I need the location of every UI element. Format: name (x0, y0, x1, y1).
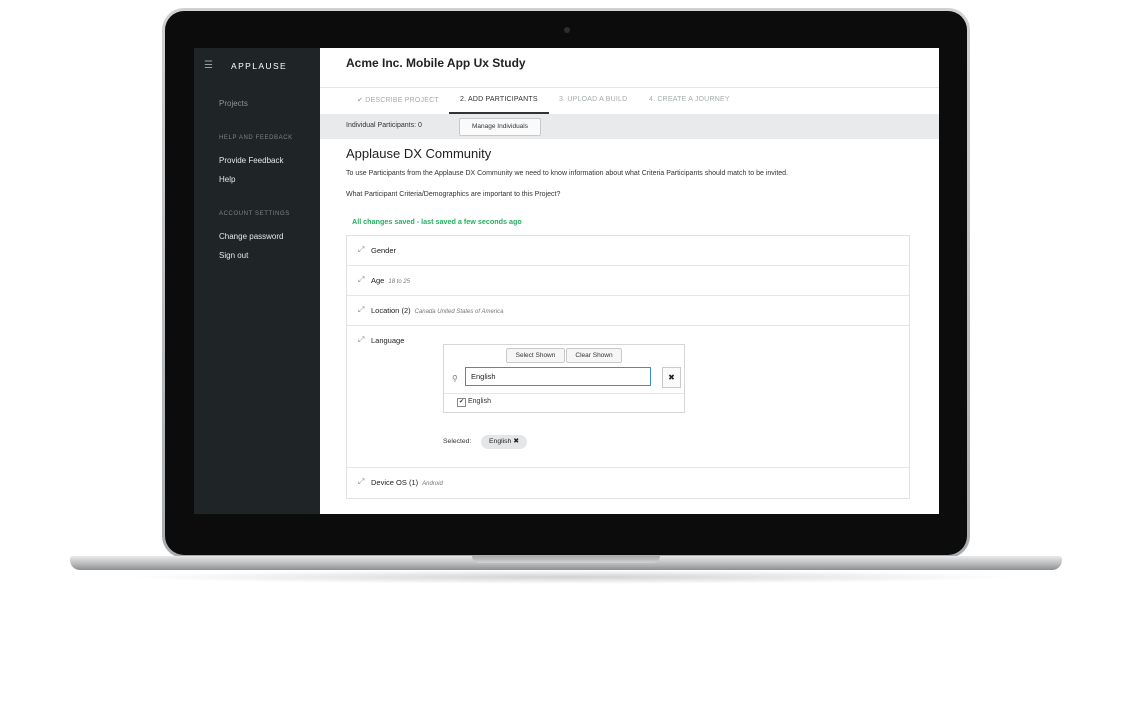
criteria-question: What Participant Criteria/Demographics a… (346, 191, 561, 198)
sidebar-item-help[interactable]: Help (219, 175, 235, 184)
expand-icon[interactable]: ⤢ (358, 275, 364, 285)
criteria-label-group: Age 18 to 25 (371, 276, 410, 285)
selected-label: Selected: (443, 438, 472, 445)
criteria-language: ⤢ Language Select Shown Clear Shown ⚲ ✖ … (347, 326, 909, 468)
laptop-shadow (120, 570, 1020, 584)
criteria-label-group: Device OS (1) Android (371, 478, 443, 487)
main-content: Acme Inc. Mobile App Ux Study ✔ DESCRIBE… (320, 48, 939, 514)
clear-shown-button[interactable]: Clear Shown (566, 348, 622, 363)
save-status: All changes saved - last saved a few sec… (352, 217, 522, 226)
criteria-label: Location (371, 306, 400, 315)
tab-add-participants[interactable]: 2. ADD PARTICIPANTS (460, 96, 538, 103)
collapse-icon[interactable]: ⤢ (358, 335, 364, 345)
criteria-list: ⤢ Gender ⤢ Age 18 to 25 ⤢ Location (2) Can… (346, 235, 910, 499)
page-title: Acme Inc. Mobile App Ux Study (346, 56, 526, 70)
selected-chip-english: English ✖ (481, 435, 527, 449)
sidebar-item-change-password[interactable]: Change password (219, 232, 283, 241)
search-icon: ⚲ (452, 374, 458, 383)
criteria-label: Age (371, 276, 385, 285)
checkbox-checked-icon[interactable]: ✔ (457, 398, 466, 407)
app-screen: ☰ APPLAUSE Projects HELP AND FEEDBACK Pr… (194, 48, 939, 514)
sidebar-section-account: ACCOUNT SETTINGS (219, 211, 290, 217)
expand-icon[interactable]: ⤢ (358, 245, 364, 255)
tab-create-journey[interactable]: 4. CREATE A JOURNEY (649, 96, 730, 103)
hamburger-icon[interactable]: ☰ (204, 60, 213, 71)
language-option-english[interactable]: ✔ English (444, 393, 684, 410)
manage-individuals-button[interactable]: Manage Individuals (459, 118, 541, 136)
language-search-input[interactable] (465, 367, 651, 386)
option-label: English (468, 398, 491, 405)
select-shown-button[interactable]: Select Shown (506, 348, 565, 363)
criteria-count: (1) (408, 478, 419, 487)
brand-logo: APPLAUSE (231, 61, 288, 71)
community-heading: Applause DX Community (346, 146, 492, 161)
sidebar-item-sign-out[interactable]: Sign out (219, 251, 248, 260)
criteria-value: Canada United States of America (414, 309, 504, 315)
criteria-value: Android (422, 481, 443, 487)
wizard-tabs: ✔ DESCRIBE PROJECT 2. ADD PARTICIPANTS 3… (320, 87, 939, 114)
criteria-label: Gender (371, 246, 397, 255)
tab-upload-build[interactable]: 3. UPLOAD A BUILD (559, 96, 627, 103)
chip-remove-icon[interactable]: ✖ (513, 438, 519, 445)
language-picker: Select Shown Clear Shown ⚲ ✖ ✔ English (443, 344, 685, 413)
criteria-device-os[interactable]: ⤢ Device OS (1) Android (347, 468, 909, 497)
criteria-label: Device OS (371, 478, 407, 487)
sidebar-item-projects[interactable]: Projects (219, 99, 248, 108)
individual-participants-count: Individual Participants: 0 (346, 122, 422, 129)
sidebar-section-help: HELP AND FEEDBACK (219, 135, 293, 141)
criteria-age[interactable]: ⤢ Age 18 to 25 (347, 266, 909, 296)
criteria-value: 18 to 25 (388, 279, 411, 285)
community-intro: To use Participants from the Applause DX… (346, 170, 789, 177)
criteria-count: (2) (401, 306, 411, 315)
criteria-location[interactable]: ⤢ Location (2) Canada United States of Am… (347, 296, 909, 326)
sidebar-item-provide-feedback[interactable]: Provide Feedback (219, 156, 283, 165)
participants-bar: Individual Participants: 0 Manage Indivi… (320, 114, 939, 139)
expand-icon[interactable]: ⤢ (358, 305, 364, 315)
chip-label: English (489, 438, 512, 445)
sidebar: ☰ APPLAUSE Projects HELP AND FEEDBACK Pr… (194, 48, 320, 514)
laptop-notch (472, 556, 660, 563)
clear-search-icon[interactable]: ✖ (662, 367, 681, 388)
criteria-gender[interactable]: ⤢ Gender (347, 236, 909, 266)
criteria-label-group: Location (2) Canada United States of Amer… (371, 306, 503, 315)
camera-icon (564, 27, 570, 33)
expand-icon[interactable]: ⤢ (358, 477, 364, 487)
criteria-label: Language (371, 336, 405, 345)
tab-describe-project[interactable]: ✔ DESCRIBE PROJECT (357, 96, 439, 104)
